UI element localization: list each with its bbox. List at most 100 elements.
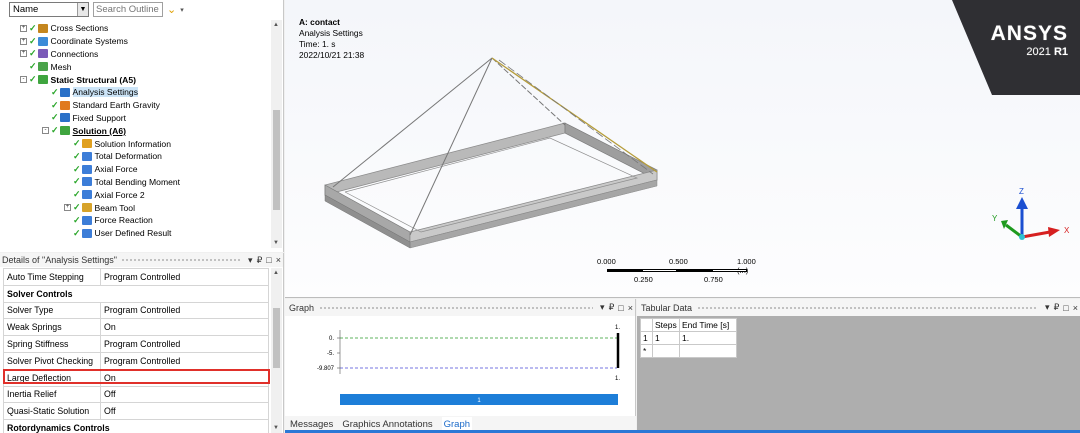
details-value[interactable]: Program Controlled [100, 335, 269, 353]
collapse-icon[interactable]: - [20, 76, 27, 84]
tree-node[interactable]: ✓ Standard Earth Gravity [42, 99, 160, 112]
details-header: Details of "Analysis Settings" ▾ ₽ □ × [0, 253, 283, 267]
graph-right-label-top: 1. [615, 325, 620, 331]
scroll-up-icon[interactable]: ▲ [273, 270, 279, 276]
scroll-down-icon[interactable]: ▼ [273, 425, 279, 431]
table-cell[interactable]: 1. [679, 331, 737, 345]
outline-sort-combo[interactable]: Name ▼ [9, 2, 89, 17]
scroll-down-icon[interactable]: ▼ [273, 240, 279, 246]
table-cell[interactable] [652, 344, 680, 358]
details-row[interactable]: Solver Pivot Checking Program Controlled [3, 351, 269, 370]
details-key: Solver Pivot Checking [3, 351, 101, 370]
gravity-graph[interactable]: 0. -5. -9.807 1. 1. 1 [285, 316, 636, 416]
tree-node-label: Solution (A6) [72, 125, 127, 136]
details-row[interactable]: Inertia Relief Off [3, 385, 269, 404]
tree-node[interactable]: ✓ Analysis Settings [42, 86, 138, 99]
close-icon[interactable]: × [1073, 303, 1078, 313]
details-value[interactable]: Program Controlled [100, 301, 269, 320]
details-key: Weak Springs [3, 318, 101, 337]
details-scroll-thumb[interactable] [273, 308, 280, 368]
triad-origin [1019, 234, 1025, 240]
tree-node[interactable]: + ✓ Cross Sections [20, 22, 108, 35]
graphics-viewport[interactable]: A: contact Analysis Settings Time: 1. s … [285, 0, 1080, 298]
details-row[interactable]: Spring Stiffness Program Controlled [3, 335, 269, 353]
status-check-icon: ✓ [29, 22, 37, 33]
filter-dropdown-icon[interactable]: ▾ [180, 6, 184, 14]
tree-node-icon [59, 100, 70, 110]
table-cell[interactable]: 1 [652, 331, 680, 345]
details-value[interactable]: Program Controlled [100, 268, 269, 286]
pin-icon[interactable]: ₽ [257, 255, 263, 266]
status-check-icon: ✓ [73, 176, 81, 187]
tree-node[interactable]: ✓ Axial Force [64, 163, 138, 176]
tree-node[interactable]: + ✓ Beam Tool [64, 201, 135, 214]
tree-node[interactable]: ✓ Solution Information [64, 137, 171, 150]
status-check-icon: ✓ [29, 74, 37, 85]
chevron-down-icon[interactable]: ▼ [77, 3, 88, 16]
details-row[interactable]: Weak Springs On [3, 318, 269, 337]
tree-node[interactable]: + ✓ Coordinate Systems [20, 35, 128, 48]
status-check-icon: ✓ [73, 150, 81, 161]
tabular-data-pane: Tabular Data ▾ ₽ □ × Steps End Time [s] … [637, 299, 1080, 433]
close-icon[interactable]: × [276, 255, 281, 265]
expand-icon[interactable]: + [20, 37, 27, 45]
outline-sort-value: Name [13, 4, 39, 15]
pane-menu-icon[interactable]: ▾ [600, 302, 605, 313]
details-category-row[interactable]: Solver Controls [3, 284, 269, 303]
details-value[interactable]: Off [100, 402, 269, 421]
tree-node-label: Total Deformation [94, 151, 162, 162]
tree-node[interactable]: ✓ Mesh [20, 60, 72, 73]
tree-node[interactable]: - ✓ Static Structural (A5) [20, 73, 136, 86]
expand-icon[interactable]: + [64, 204, 71, 212]
table-cell[interactable] [679, 344, 737, 358]
details-row[interactable]: Quasi-Static Solution Off [3, 402, 269, 421]
details-value[interactable]: On [100, 318, 269, 337]
filter-expand-icon[interactable]: ⌄ [167, 3, 176, 16]
tree-node[interactable]: ✓ Total Deformation [64, 150, 162, 163]
details-scrollbar[interactable]: ▲ ▼ [271, 268, 282, 433]
outline-pane: Name ▼ ⌄ ▾ +✓Cross Sections+✓Coordinate … [0, 0, 284, 252]
tree-node[interactable]: - ✓ Solution (A6) [42, 124, 126, 137]
expand-icon[interactable]: + [20, 50, 27, 58]
pane-menu-icon[interactable]: ▾ [248, 255, 253, 266]
pin-icon[interactable]: ₽ [1054, 302, 1060, 313]
tree-node[interactable]: ✓ Force Reaction [64, 214, 153, 227]
table-row[interactable]: * [640, 344, 737, 358]
expand-icon[interactable]: + [20, 24, 27, 32]
header-grip [697, 305, 1039, 310]
status-check-icon: ✓ [29, 35, 37, 46]
details-row[interactable]: Auto Time Stepping Program Controlled [3, 268, 269, 286]
maximize-icon[interactable]: □ [266, 255, 271, 265]
tree-node[interactable]: + ✓ Connections [20, 48, 98, 61]
collapse-icon[interactable]: - [42, 127, 49, 135]
details-row[interactable]: Large Deflection On [3, 368, 269, 387]
axis-triad[interactable]: Z X Y [990, 185, 1070, 255]
tree-node-label: Coordinate Systems [50, 36, 128, 47]
details-row[interactable]: Solver Type Program Controlled [3, 301, 269, 320]
tree-node-label: Axial Force [94, 164, 138, 175]
tree-node[interactable]: ✓ Axial Force 2 [64, 188, 145, 201]
close-icon[interactable]: × [628, 303, 633, 313]
table-header-cell: End Time [s] [679, 318, 737, 332]
outline-search-input[interactable] [93, 2, 163, 17]
tree-node[interactable]: ✓ User Defined Result [64, 227, 171, 240]
pane-menu-icon[interactable]: ▾ [1045, 302, 1050, 313]
details-value[interactable]: On [100, 368, 269, 387]
maximize-icon[interactable]: □ [618, 303, 623, 313]
scroll-up-icon[interactable]: ▲ [273, 22, 279, 28]
pin-icon[interactable]: ₽ [609, 302, 615, 313]
outline-scrollbar[interactable]: ▲ ▼ [271, 20, 282, 248]
details-value[interactable]: Program Controlled [100, 351, 269, 370]
maximize-icon[interactable]: □ [1063, 303, 1068, 313]
tab-messages[interactable]: Messages [290, 419, 333, 430]
tree-node[interactable]: ✓ Total Bending Moment [64, 176, 180, 189]
details-value[interactable]: Off [100, 385, 269, 404]
details-category-row[interactable]: Rotordynamics Controls [3, 419, 269, 433]
tree-node-label: Standard Earth Gravity [72, 100, 160, 111]
tab-graphics-annotations[interactable]: Graphics Annotations [342, 419, 432, 430]
graph-pane: Graph ▾ ₽ □ × 0. -5. -9.807 1. 1. 1 Mess… [285, 299, 636, 433]
outline-scroll-thumb[interactable] [273, 110, 280, 210]
table-row[interactable]: 1 1 1. [640, 331, 737, 345]
tree-node[interactable]: ✓ Fixed Support [42, 112, 126, 125]
tree-node-label: Static Structural (A5) [50, 74, 137, 85]
